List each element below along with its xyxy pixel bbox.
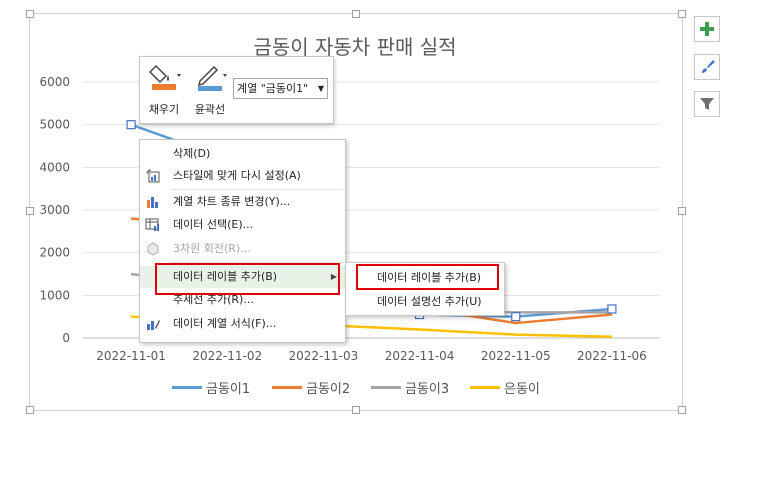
rotate-3d-icon: [147, 242, 159, 256]
legend-swatch: [272, 386, 302, 389]
legend-swatch: [172, 386, 202, 389]
menu-item-label: 데이터 계열 서식(F)...: [173, 317, 277, 330]
chart-plot[interactable]: 금동이 자동차 판매 실적 0100020003000400050006000 …: [0, 0, 784, 493]
menu-item-3d-rotation[interactable]: 3차원 회전(R)...: [140, 238, 345, 260]
mini-format-toolbar: 채우기 윤곽선 계열 "금동이1" ▼: [139, 56, 334, 124]
chart-elements-button[interactable]: [694, 16, 720, 42]
legend-label: 금동이2: [306, 382, 351, 397]
x-tick-label: 2022-11-02: [192, 349, 262, 363]
legend-label: 금동이1: [206, 382, 251, 397]
y-tick-label: 1000: [39, 288, 70, 302]
y-tick-label: 3000: [39, 203, 70, 217]
x-tick-label: 2022-11-01: [96, 349, 166, 363]
series-selector-dropdown[interactable]: 계열 "금동이1" ▼: [233, 78, 328, 99]
menu-item-label: 데이터 선택(E)...: [173, 218, 254, 231]
brush-icon: [702, 60, 715, 73]
highlight-box-submenu-item: [356, 264, 499, 290]
filter-icon: [700, 98, 714, 110]
submenu-item-add-data-callouts[interactable]: 데이터 설명선 추가(U): [346, 291, 504, 313]
outline-label: 윤곽선: [194, 103, 226, 116]
menu-item-label: 3차원 회전(R)...: [173, 242, 251, 255]
selected-point-marker[interactable]: [511, 312, 521, 322]
menu-item-select-data[interactable]: 데이터 선택(E)...: [140, 214, 345, 236]
chart-styles-button[interactable]: [694, 54, 720, 80]
context-menu: 삭제(D) 스타일에 맞게 다시 설정(A) 계열 차트 종류 변경(Y)...…: [139, 139, 346, 343]
legend-entry[interactable]: 금동이2: [272, 378, 350, 397]
legend-label: 은동이: [504, 382, 540, 397]
legend-swatch: [470, 386, 500, 389]
reset-style-icon: [146, 169, 160, 183]
x-tick-label: 2022-11-05: [481, 349, 551, 363]
menu-item-reset-style[interactable]: 스타일에 맞게 다시 설정(A): [140, 165, 345, 187]
chevron-down-icon: ▼: [317, 84, 324, 93]
y-tick-label: 2000: [39, 246, 70, 260]
x-tick-label: 2022-11-03: [289, 349, 359, 363]
fill-color-swatch: [152, 84, 176, 90]
x-tick-label: 2022-11-04: [385, 349, 455, 363]
legend-entry[interactable]: 은동이: [470, 378, 540, 397]
legend-entry[interactable]: 금동이3: [371, 378, 449, 397]
legend-entry[interactable]: 금동이1: [172, 378, 250, 397]
x-tick-label: 2022-11-06: [577, 349, 647, 363]
legend-swatch: [371, 386, 401, 389]
menu-item-change-chart-type[interactable]: 계열 차트 종류 변경(Y)...: [140, 191, 345, 213]
fill-label: 채우기: [148, 103, 180, 116]
outline-button[interactable]: 윤곽선: [190, 61, 230, 119]
selected-point-marker[interactable]: [607, 304, 617, 314]
submenu-item-label: 데이터 설명선 추가(U): [377, 295, 482, 308]
menu-item-label: 스타일에 맞게 다시 설정(A): [173, 169, 301, 182]
paint-bucket-icon: [148, 64, 181, 90]
pen-icon: [197, 65, 227, 91]
y-tick-label: 5000: [39, 118, 70, 132]
menu-item-delete[interactable]: 삭제(D): [140, 143, 345, 165]
chart-type-icon: [147, 197, 158, 208]
select-data-icon: [145, 218, 159, 231]
y-tick-label: 0: [62, 331, 70, 345]
outline-color-swatch: [198, 86, 222, 91]
selected-point-marker[interactable]: [126, 120, 136, 130]
format-series-icon: [147, 320, 160, 330]
plus-icon: [700, 22, 714, 36]
menu-item-label: 계열 차트 종류 변경(Y)...: [173, 195, 291, 208]
series-selector-value: 계열 "금동이1": [237, 82, 309, 95]
highlight-box-menu-item: [155, 263, 340, 295]
menu-item-label: 삭제(D): [173, 147, 211, 160]
fill-button[interactable]: 채우기: [144, 61, 184, 119]
menu-item-format-data-series[interactable]: 데이터 계열 서식(F)...: [140, 313, 345, 335]
y-tick-label: 6000: [39, 75, 70, 89]
chart-filters-button[interactable]: [694, 91, 720, 117]
y-tick-label: 4000: [39, 160, 70, 174]
legend-label: 금동이3: [405, 382, 450, 397]
